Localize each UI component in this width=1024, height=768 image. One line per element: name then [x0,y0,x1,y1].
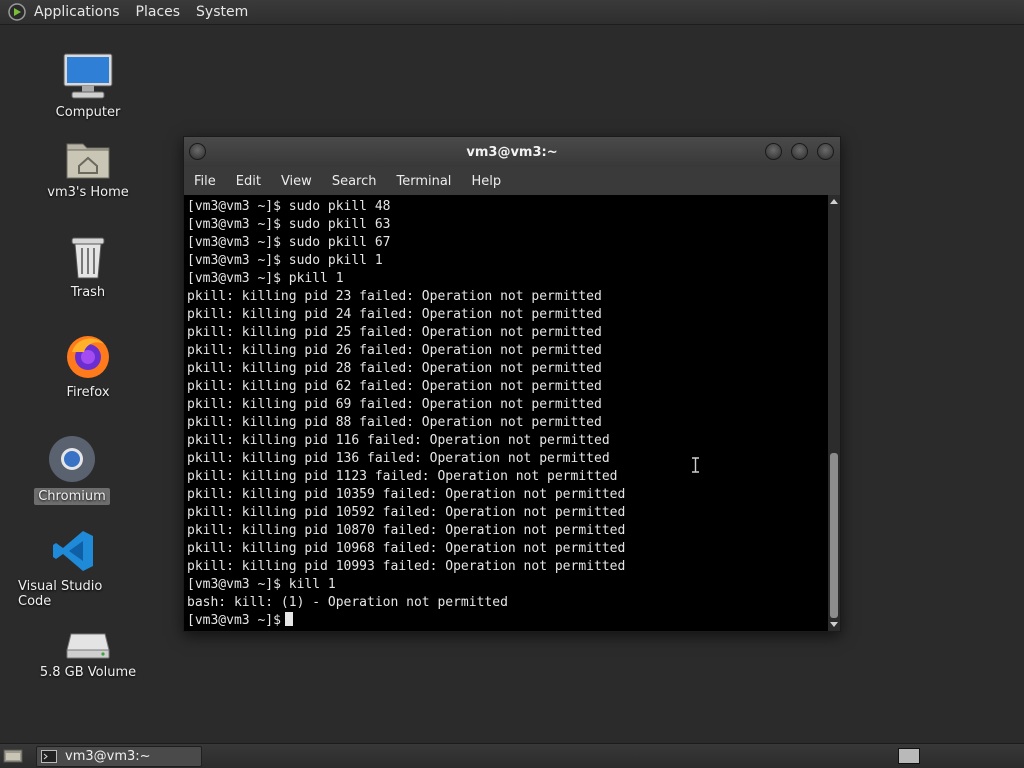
terminal-line: pkill: killing pid 23 failed: Operation … [187,289,602,304]
terminal-icon [41,749,57,763]
chromium-icon [47,428,97,484]
terminal-line: pkill: killing pid 10359 failed: Operati… [187,487,626,502]
firefox-icon [64,324,112,380]
terminal-line: pkill: killing pid 25 failed: Operation … [187,325,602,340]
taskbar-task-label: vm3@vm3:~ [65,748,151,764]
desktop-icon-firefox[interactable]: Firefox [28,324,148,401]
scrollbar-thumb[interactable] [830,453,838,618]
menu-applications[interactable]: Applications [34,4,120,20]
terminal-line: [vm3@vm3 ~]$ kill 1 [187,577,336,592]
terminal-line: [vm3@vm3 ~]$ sudo pkill 1 [187,253,383,268]
window-menu-button[interactable] [189,143,206,160]
terminal-menubar: File Edit View Search Terminal Help [184,167,840,195]
vscode-icon [51,518,97,574]
desktop-icon-label: Computer [55,105,121,120]
menu-help[interactable]: Help [471,174,501,189]
home-folder-icon [65,124,111,180]
show-desktop-icon [3,749,23,763]
minimize-button[interactable] [765,143,782,160]
terminal-line: pkill: killing pid 1123 failed: Operatio… [187,469,618,484]
scroll-up-arrow-icon[interactable] [830,199,838,204]
trash-icon [69,224,107,280]
menu-system[interactable]: System [196,4,248,20]
menu-search[interactable]: Search [332,174,377,189]
window-titlebar[interactable]: vm3@vm3:~ [184,137,840,167]
terminal-line: pkill: killing pid 116 failed: Operation… [187,433,610,448]
terminal-line: [vm3@vm3 ~]$ pkill 1 [187,271,344,286]
show-desktop-button[interactable] [2,747,24,765]
terminal-window[interactable]: vm3@vm3:~ File Edit View Search Terminal… [183,136,841,632]
drive-icon [65,604,111,660]
terminal-prompt: [vm3@vm3 ~]$ [187,613,281,628]
ibeam-cursor-icon [692,457,699,473]
text-cursor [284,612,293,626]
terminal-line: pkill: killing pid 136 failed: Operation… [187,451,610,466]
menu-places[interactable]: Places [136,4,181,20]
scroll-down-arrow-icon[interactable] [830,622,838,627]
terminal-line: pkill: killing pid 28 failed: Operation … [187,361,602,376]
terminal-line: bash: kill: (1) - Operation not permitte… [187,595,508,610]
desktop-icon-home[interactable]: vm3's Home [28,124,148,201]
desktop-icon-label: Chromium [34,488,110,505]
window-title: vm3@vm3:~ [466,144,558,160]
terminal-line: pkill: killing pid 62 failed: Operation … [187,379,602,394]
terminal-prompt-line[interactable]: [vm3@vm3 ~]$ [187,612,828,630]
top-panel: Applications Places System [0,0,1024,25]
desktop-icon-trash[interactable]: Trash [28,224,148,301]
desktop-icon-label: Trash [70,285,106,300]
terminal-line: pkill: killing pid 10968 failed: Operati… [187,541,626,556]
terminal-line: [vm3@vm3 ~]$ sudo pkill 63 [187,217,391,232]
terminal-line: pkill: killing pid 10993 failed: Operati… [187,559,626,574]
workspace-switcher[interactable] [898,748,920,764]
terminal-area[interactable]: [vm3@vm3 ~]$ sudo pkill 48 [vm3@vm3 ~]$ s… [184,195,840,631]
terminal-line: pkill: killing pid 26 failed: Operation … [187,343,602,358]
terminal-line: pkill: killing pid 88 failed: Operation … [187,415,602,430]
desktop-icon-volume[interactable]: 5.8 GB Volume [28,604,148,681]
close-button[interactable] [817,143,834,160]
terminal-line: [vm3@vm3 ~]$ sudo pkill 67 [187,235,391,250]
maximize-button[interactable] [791,143,808,160]
terminal-line: [vm3@vm3 ~]$ sudo pkill 48 [187,199,391,214]
menu-file[interactable]: File [194,174,216,189]
desktop-icon-vscode[interactable]: Visual Studio Code [14,518,134,610]
taskbar-terminal-button[interactable]: vm3@vm3:~ [36,745,202,767]
terminal-line: pkill: killing pid 10592 failed: Operati… [187,505,626,520]
menu-terminal[interactable]: Terminal [396,174,451,189]
terminal-scrollbar[interactable] [828,195,840,631]
distro-logo-icon[interactable] [8,3,26,21]
desktop-icon-computer[interactable]: Computer [28,44,148,121]
terminal-line: pkill: killing pid 69 failed: Operation … [187,397,602,412]
computer-icon [62,44,114,100]
terminal-output[interactable]: [vm3@vm3 ~]$ sudo pkill 48 [vm3@vm3 ~]$ s… [184,195,828,631]
bottom-panel: vm3@vm3:~ [0,743,1024,768]
desktop-icon-chromium[interactable]: Chromium [12,428,132,505]
terminal-line: pkill: killing pid 24 failed: Operation … [187,307,602,322]
desktop-icon-label: Firefox [66,385,110,400]
terminal-line: pkill: killing pid 10870 failed: Operati… [187,523,626,538]
desktop-icon-label: vm3's Home [47,185,129,200]
desktop-icon-label: 5.8 GB Volume [39,665,137,680]
menu-edit[interactable]: Edit [236,174,261,189]
menu-view[interactable]: View [281,174,312,189]
